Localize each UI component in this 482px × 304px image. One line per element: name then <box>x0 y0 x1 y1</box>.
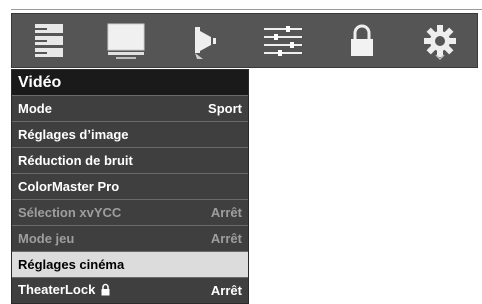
padlock-icon[interactable] <box>337 20 387 62</box>
menu-item-label: Mode jeu <box>18 231 75 246</box>
menu-item-cinema-settings[interactable]: Réglages cinéma <box>12 252 248 278</box>
menu-item-game-mode: Mode jeu Arrêt <box>12 226 248 252</box>
menu-item-mode[interactable]: Mode Sport <box>12 96 248 122</box>
menu-item-value: Sport <box>208 101 242 116</box>
top-divider <box>11 9 482 10</box>
menu-item-picture-settings[interactable]: Réglages d’image <box>12 122 248 148</box>
menu-item-label: Mode <box>18 101 52 116</box>
padlock-icon <box>100 279 111 304</box>
sliders-icon[interactable] <box>258 20 308 62</box>
menu-item-xvycc-selection: Sélection xvYCC Arrêt <box>12 200 248 226</box>
menu-item-label: Réglages d’image <box>18 127 129 142</box>
menu-item-value: Arrêt <box>210 231 242 246</box>
list-menu-icon[interactable] <box>24 20 74 62</box>
menu-item-value: Arrêt <box>210 205 242 220</box>
menu-item-value: Arrêt <box>210 283 242 298</box>
menu-item-label: ColorMaster Pro <box>18 179 120 194</box>
menu-item-label: TheaterLock <box>18 282 96 297</box>
menu-title: Vidéo <box>12 70 248 96</box>
tv-screen-icon[interactable] <box>101 20 151 62</box>
speaker-icon[interactable] <box>180 20 230 62</box>
menu-item-label: Sélection xvYCC <box>18 205 122 220</box>
menu-item-colormaster-pro[interactable]: ColorMaster Pro <box>12 174 248 200</box>
video-menu: Vidéo Mode Sport Réglages d’image Réduct… <box>11 69 249 304</box>
menu-item-label: Réduction de bruit <box>18 153 133 168</box>
menu-item-label: Réglages cinéma <box>18 257 125 272</box>
gear-icon[interactable] <box>415 20 465 62</box>
menu-item-noise-reduction[interactable]: Réduction de bruit <box>12 148 248 174</box>
menu-icon-bar <box>11 13 478 68</box>
menu-item-theaterlock[interactable]: TheaterLock Arrêt <box>12 278 248 303</box>
